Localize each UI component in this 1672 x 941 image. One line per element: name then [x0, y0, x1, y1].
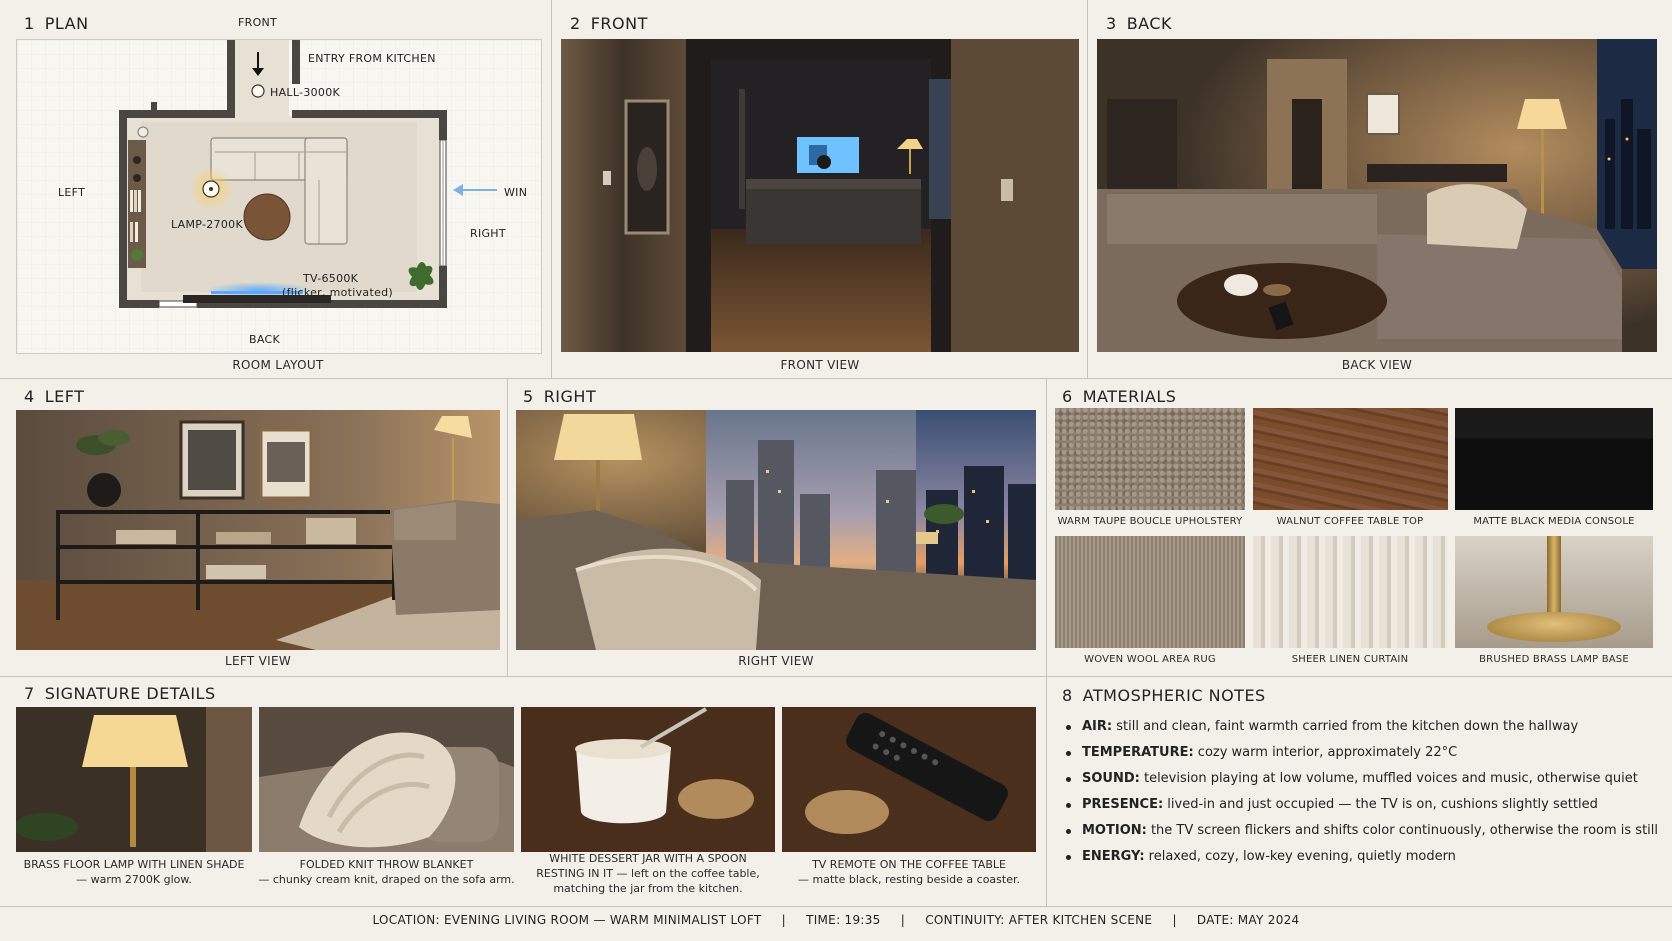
- divider: [0, 906, 1672, 907]
- panel-title-atmosphere: 8 ATMOSPHERIC NOTES: [1062, 686, 1266, 705]
- plan-label-win: WIN: [504, 186, 528, 199]
- scene-footer: LOCATION: EVENING LIVING ROOM — WARM MIN…: [0, 913, 1672, 927]
- front-view-image: [561, 39, 1079, 352]
- note-item: AIR: still and clean, faint warmth carri…: [1066, 714, 1656, 740]
- footer-continuity: CONTINUITY: AFTER KITCHEN SCENE: [925, 913, 1153, 927]
- caption-front-view: FRONT VIEW: [780, 358, 860, 372]
- detail-tv-remote-image: [782, 707, 1036, 852]
- atmospheric-notes-list: AIR: still and clean, faint warmth carri…: [1066, 714, 1658, 870]
- plan-label-front: FRONT: [238, 16, 278, 29]
- panel-title-back: 3 BACK: [1106, 14, 1172, 33]
- material-label: MATTE BLACK MEDIA CONSOLE: [1473, 516, 1635, 527]
- detail-knit-blanket-image: [259, 707, 514, 852]
- right-view-image: [516, 410, 1036, 650]
- note-item: PRESENCE: lived-in and just occupied — t…: [1066, 792, 1656, 818]
- detail-caption: BRASS FLOOR LAMP WITH LINEN SHADE — warm …: [23, 858, 245, 886]
- material-linen-curtain-swatch: [1253, 536, 1448, 648]
- caption-back-view: BACK VIEW: [1341, 358, 1413, 372]
- panel-title-right: 5 RIGHT: [523, 387, 597, 406]
- panel-title-signature: 7 SIGNATURE DETAILS: [24, 684, 216, 703]
- brass-lamp-stem: [1547, 536, 1561, 618]
- detail-caption: TV REMOTE ON THE COFFEE TABLE — matte bla…: [798, 858, 1020, 886]
- material-label: SHEER LINEN CURTAIN: [1291, 654, 1409, 665]
- brass-lamp-base: [1487, 612, 1621, 642]
- plan-label-entry: ENTRY FROM KITCHEN: [308, 52, 436, 65]
- divider: [0, 378, 1672, 379]
- caption-right-view: RIGHT VIEW: [738, 654, 814, 668]
- detail-dessert-jar-image: [521, 707, 775, 852]
- material-label: BRUSHED BRASS LAMP BASE: [1479, 654, 1629, 665]
- material-label: WALNUT COFFEE TABLE TOP: [1276, 516, 1424, 527]
- footer-time: TIME: 19:35: [806, 913, 881, 927]
- plan-label-right: RIGHT: [470, 227, 506, 240]
- material-boucle-swatch: [1055, 408, 1245, 510]
- detail-caption: FOLDED KNIT THROW BLANKET — chunky cream …: [258, 858, 515, 886]
- divider: [551, 0, 552, 378]
- material-label: WOVEN WOOL AREA RUG: [1084, 654, 1216, 665]
- caption-room-layout: ROOM LAYOUT: [232, 358, 324, 372]
- plan-label-left: LEFT: [58, 186, 86, 199]
- detail-brass-lamp-image: [16, 707, 252, 852]
- plan-label-back: BACK: [249, 333, 280, 346]
- note-item: TEMPERATURE: cozy warm interior, approxi…: [1066, 740, 1656, 766]
- material-black-console-swatch: [1455, 408, 1653, 510]
- material-walnut-swatch: [1253, 408, 1448, 510]
- footer-separator: |: [1172, 913, 1177, 927]
- material-wool-rug-swatch: [1055, 536, 1245, 648]
- note-item: SOUND: television playing at low volume,…: [1066, 766, 1656, 792]
- detail-caption: WHITE DESSERT JAR WITH A SPOON RESTING IN…: [536, 852, 760, 895]
- note-item: MOTION: the TV screen flickers and shift…: [1066, 818, 1658, 844]
- left-view-image: [16, 410, 500, 650]
- caption-left-view: LEFT VIEW: [225, 654, 291, 668]
- panel-title-front: 2 FRONT: [570, 14, 648, 33]
- storyboard-sheet: 1 PLAN FRONT ENTRY FROM KITCHEN HALL-300…: [0, 0, 1672, 941]
- divider: [0, 676, 1672, 677]
- panel-title-materials: 6 MATERIALS: [1062, 387, 1177, 406]
- back-view-image: [1097, 39, 1657, 352]
- panel-title-left: 4 LEFT: [24, 387, 85, 406]
- note-item: ENERGY: relaxed, cozy, low-key evening, …: [1066, 844, 1656, 870]
- footer-date: DATE: MAY 2024: [1196, 913, 1300, 927]
- divider: [1087, 0, 1088, 378]
- plan-label-tv: TV-6500K: [303, 272, 359, 285]
- footer-separator: |: [900, 913, 906, 927]
- divider: [1046, 378, 1047, 906]
- plan-label-tv-note: (flicker, motivated): [282, 286, 394, 299]
- plan-label-lamp: LAMP-2700K: [171, 218, 243, 231]
- divider: [507, 378, 508, 676]
- panel-title-plan: 1 PLAN: [24, 14, 89, 33]
- plan-label-hall: HALL-3000K: [270, 86, 341, 99]
- material-label: WARM TAUPE BOUCLE UPHOLSTERY: [1057, 516, 1243, 527]
- footer-location: LOCATION: EVENING LIVING ROOM — WARM MIN…: [372, 913, 762, 927]
- footer-separator: |: [781, 913, 786, 927]
- material-brass-swatch: [1455, 536, 1653, 648]
